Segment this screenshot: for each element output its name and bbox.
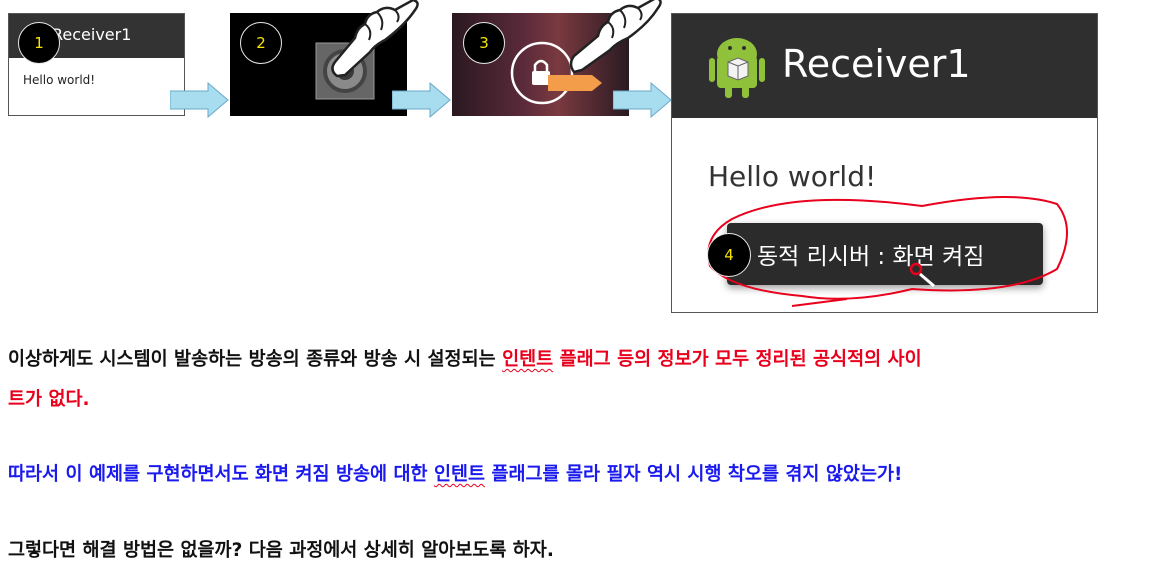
hand-pointer-icon <box>569 0 662 74</box>
lock-icon <box>532 71 550 85</box>
step-badge-3: 3 <box>463 22 505 64</box>
paragraph-1-cont: 트가 없다. <box>8 389 90 410</box>
hello-text: Hello world! <box>23 73 96 87</box>
step-badge-1: 1 <box>18 22 60 64</box>
step-badge-2: 2 <box>240 22 282 64</box>
step-badge-4: 4 <box>707 233 751 277</box>
paragraph-1: 이상하게도 시스템이 발송하는 방송의 종류와 방송 시 설정되는 인텐트 플래… <box>8 349 922 370</box>
paragraph-2: 따라서 이 예제를 구현하면서도 화면 켜짐 방송에 대한 인텐트 플래그를 몰… <box>8 464 903 485</box>
arrow-right-icon <box>170 82 229 118</box>
app-title: Receiver1 <box>52 25 132 44</box>
hand-pointer-icon <box>331 0 419 78</box>
paragraph-3: 그렇다면 해결 방법은 없을까? 다음 과정에서 상세히 알아보도록 하자. <box>8 540 554 561</box>
